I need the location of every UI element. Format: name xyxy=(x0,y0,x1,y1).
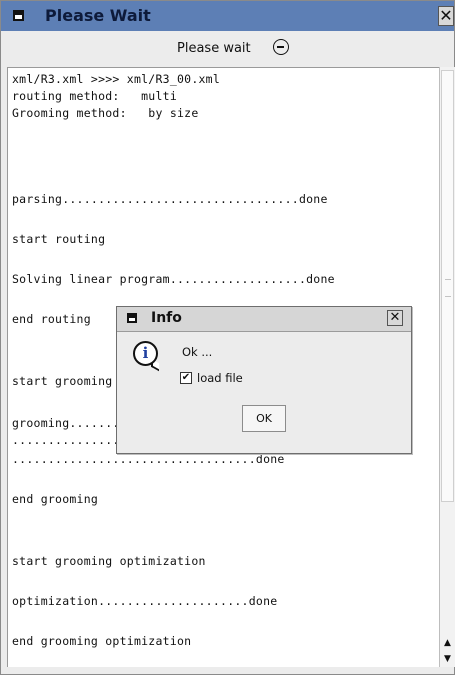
log-line: routing method: multi xyxy=(12,89,177,103)
scroll-down-arrow-icon[interactable]: ▼ xyxy=(441,651,454,667)
info-dialog: Info ✕ i Ok ... ✔ load file OK xyxy=(116,306,412,454)
load-file-checkbox-label[interactable]: load file xyxy=(197,371,243,385)
load-file-checkbox[interactable]: ✔ xyxy=(180,372,192,384)
dialog-menu-icon[interactable] xyxy=(127,313,137,323)
window-title-bar[interactable]: Please Wait ✕ xyxy=(1,1,454,31)
window-menu-icon[interactable] xyxy=(13,10,24,21)
dialog-message: Ok ... xyxy=(182,345,213,359)
scroll-up-arrow-icon[interactable]: ▲ xyxy=(441,635,454,651)
log-line: Solving linear program..................… xyxy=(12,272,335,286)
log-line: end grooming optimization xyxy=(12,634,192,648)
log-line: end grooming xyxy=(12,492,99,506)
log-line: start grooming xyxy=(12,374,113,388)
status-label: Please wait xyxy=(177,41,251,56)
log-line: ..................................done xyxy=(12,452,285,466)
log-line: optimization.....................done xyxy=(12,594,278,608)
log-scrollbar[interactable]: ▲ ▼ xyxy=(439,67,455,667)
dialog-title: Info xyxy=(151,310,182,326)
info-icon: i xyxy=(133,341,158,366)
log-line: xml/R3.xml >>>> xml/R3_00.xml xyxy=(12,72,221,86)
status-bar: Please wait xyxy=(1,33,454,65)
scrollbar-grip xyxy=(445,279,451,297)
log-line: start grooming optimization xyxy=(12,554,206,568)
ok-button[interactable]: OK xyxy=(242,405,286,432)
dialog-title-bar[interactable]: Info ✕ xyxy=(117,307,411,332)
log-line: Grooming method: by size xyxy=(12,106,199,120)
dialog-close-icon[interactable]: ✕ xyxy=(387,310,403,326)
scrollbar-thumb[interactable] xyxy=(441,70,454,502)
log-line: end routing xyxy=(12,312,91,326)
window-title: Please Wait xyxy=(45,6,151,25)
close-icon[interactable]: ✕ xyxy=(438,6,454,26)
busy-clock-icon xyxy=(273,39,289,55)
log-line: parsing.................................… xyxy=(12,192,328,206)
log-line: start routing xyxy=(12,232,106,246)
